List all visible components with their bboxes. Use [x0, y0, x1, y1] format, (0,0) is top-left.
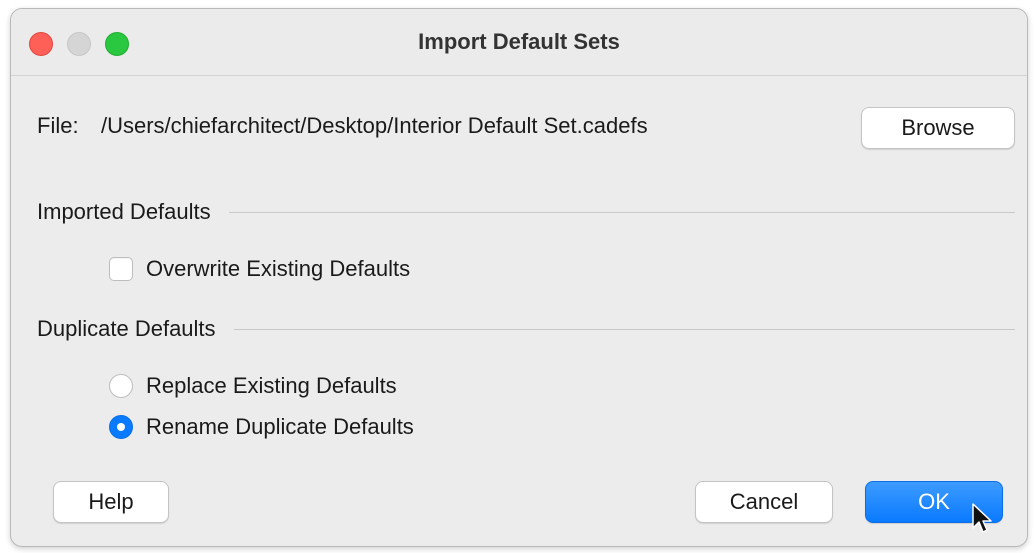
title-bar: Import Default Sets: [11, 9, 1027, 76]
imported-defaults-heading: Imported Defaults: [37, 199, 211, 224]
group-divider: [228, 211, 1015, 213]
import-default-sets-dialog: Import Default Sets File: /Users/chiefarc…: [10, 8, 1028, 547]
duplicate-defaults-group: Duplicate Defaults: [37, 314, 1015, 344]
replace-existing-label[interactable]: Replace Existing Defaults: [146, 373, 397, 399]
rename-duplicate-label[interactable]: Rename Duplicate Defaults: [146, 414, 414, 440]
window-title: Import Default Sets: [418, 29, 620, 54]
group-divider: [233, 328, 1015, 330]
file-row: File: /Users/chiefarchitect/Desktop/Inter…: [37, 113, 648, 139]
overwrite-existing-option[interactable]: Overwrite Existing Defaults: [109, 254, 410, 284]
replace-existing-radio[interactable]: [109, 374, 133, 398]
rename-duplicate-radio[interactable]: [109, 415, 133, 439]
rename-duplicate-option[interactable]: Rename Duplicate Defaults: [109, 412, 414, 442]
browse-button[interactable]: Browse: [861, 107, 1015, 149]
file-path: /Users/chiefarchitect/Desktop/Interior D…: [101, 113, 648, 138]
replace-existing-option[interactable]: Replace Existing Defaults: [109, 371, 397, 401]
help-button[interactable]: Help: [53, 481, 169, 523]
file-label: File:: [37, 113, 79, 138]
overwrite-existing-checkbox[interactable]: [109, 257, 133, 281]
cancel-button[interactable]: Cancel: [695, 481, 833, 523]
imported-defaults-group: Imported Defaults: [37, 197, 1015, 227]
duplicate-defaults-heading: Duplicate Defaults: [37, 316, 216, 341]
overwrite-existing-label[interactable]: Overwrite Existing Defaults: [146, 256, 410, 282]
mouse-pointer-icon: [972, 503, 992, 533]
